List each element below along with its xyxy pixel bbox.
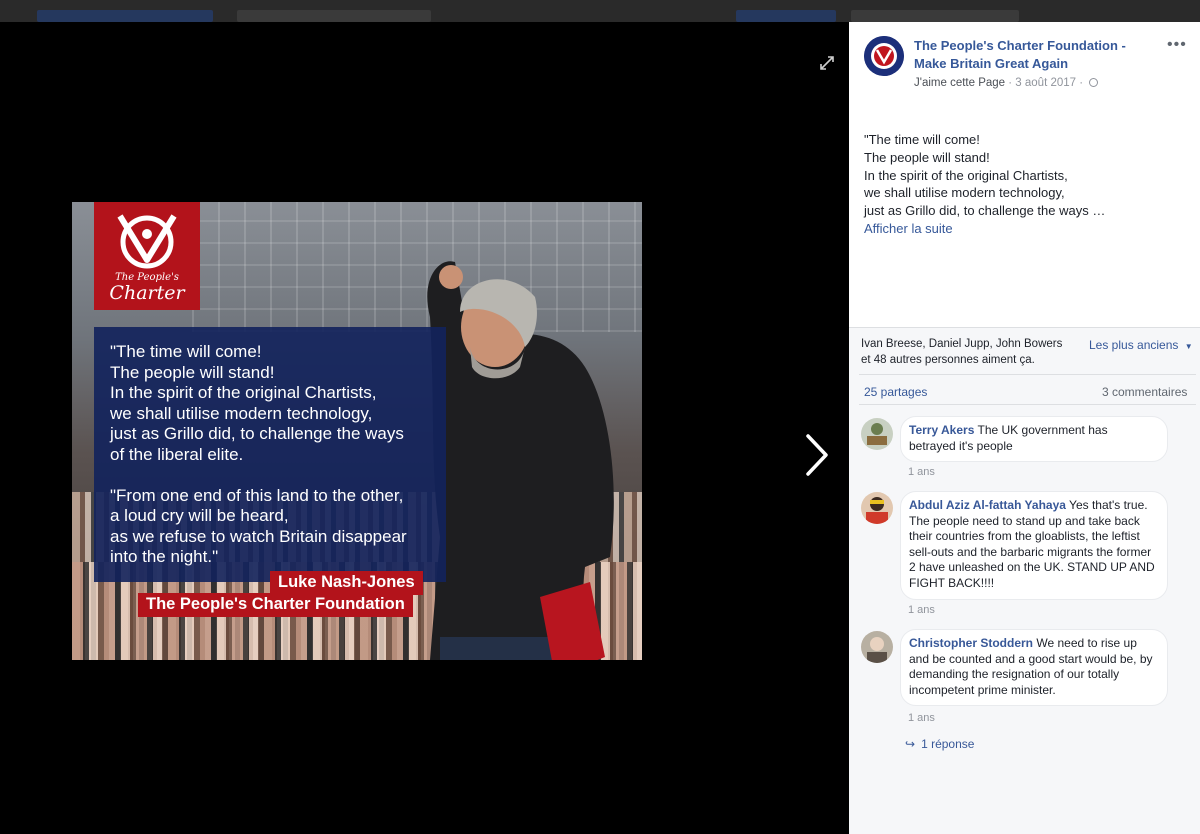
post-text-line: The people will stand! <box>864 149 990 165</box>
quote-line: The people will stand! <box>110 362 275 382</box>
comment-time[interactable]: 1 ans <box>908 604 935 616</box>
post-photo[interactable]: The People's Charter "The time will come… <box>72 202 642 660</box>
avatar[interactable] <box>861 631 893 663</box>
logo-text-big: Charter <box>109 282 185 304</box>
divider <box>859 404 1196 405</box>
divider <box>849 327 1200 328</box>
chevron-right-icon <box>806 434 828 476</box>
comment-bubble: Abdul Aziz Al-fattah Yahaya Yes that's t… <box>900 491 1168 600</box>
quote-line: just as Grillo did, to challenge the way… <box>110 424 404 444</box>
logo-emblem-icon <box>117 214 177 269</box>
avatar[interactable] <box>861 492 893 524</box>
background-field-2 <box>851 10 1019 22</box>
quote-line: into the night." <box>110 547 219 567</box>
page-avatar[interactable] <box>864 36 904 76</box>
post-text-line: In the spirit of the original Chartists, <box>864 167 1068 183</box>
divider <box>859 374 1196 375</box>
quote-line: as we refuse to watch Britain disappear <box>110 526 407 546</box>
reply-arrow-icon: ↪ <box>905 737 916 751</box>
background-button <box>736 10 836 22</box>
quote-line: we shall utilise modern technology, <box>110 403 373 423</box>
comments-count-link[interactable]: 3 commentaires <box>1102 385 1187 399</box>
comment-author[interactable]: Abdul Aziz Al-fattah Yahaya <box>909 498 1066 512</box>
comment-time[interactable]: 1 ans <box>908 712 935 724</box>
comment-author[interactable]: Christopher Stoddern <box>909 636 1033 650</box>
meta-separator: · <box>1005 77 1016 89</box>
next-photo-button[interactable] <box>800 430 834 480</box>
shares-link[interactable]: 25 partages <box>864 385 927 399</box>
signature-name: Luke Nash-Jones <box>270 571 423 595</box>
comment-order-label: Les plus anciens <box>1089 338 1179 352</box>
globe-icon <box>1089 78 1099 87</box>
likers-line: et 48 autres personnes aiment ça. <box>861 354 1035 366</box>
page-logo-icon <box>864 36 904 76</box>
meta-separator-2: · <box>1076 77 1087 89</box>
comment-bubble: Christopher Stoddern We need to rise up … <box>900 629 1168 707</box>
post-text-line: "The time will come! <box>864 132 980 147</box>
quote-line: of the liberal elite. <box>110 444 244 464</box>
view-replies-link[interactable]: ↪ 1 réponse <box>905 737 974 751</box>
background-field <box>237 10 431 22</box>
comment-time[interactable]: 1 ans <box>908 466 935 478</box>
reply-count: 1 réponse <box>921 737 975 751</box>
ellipsis-icon[interactable]: ••• <box>1167 36 1187 54</box>
post-date[interactable]: 3 août 2017 <box>1015 77 1076 89</box>
see-more-link[interactable]: Afficher la suite <box>864 220 1184 238</box>
quote-line: "From one end of this land to the other, <box>110 485 404 505</box>
caret-down-icon: ▼ <box>1184 342 1193 351</box>
likers-summary[interactable]: Ivan Breese, Daniel Jupp, John Bowers et… <box>861 336 1091 368</box>
comment-bubble: Terry Akers The UK government has betray… <box>900 416 1168 463</box>
post-meta: J'aime cette Page · 3 août 2017 · <box>914 77 1099 89</box>
fullscreen-icon[interactable] <box>820 56 836 72</box>
background-search-bar <box>37 10 213 22</box>
peoples-charter-logo: The People's Charter <box>94 202 200 310</box>
like-page-link[interactable]: J'aime cette Page <box>914 77 1005 89</box>
signature-org: The People's Charter Foundation <box>138 593 413 617</box>
photo-quote: "The time will come! The people will sta… <box>110 342 450 568</box>
comment-order-dropdown[interactable]: Les plus anciens ▼ <box>1089 338 1193 352</box>
quote-line: a loud cry will be heard, <box>110 506 289 526</box>
quote-line: "The time will come! <box>110 342 262 361</box>
post-side-panel: The People's Charter Foundation - Make B… <box>849 22 1200 834</box>
background-topbar <box>0 0 1200 22</box>
quote-line: In the spirit of the original Chartists, <box>110 383 377 403</box>
post-text-line: just as Grillo did, to challenge the way… <box>864 203 1106 219</box>
likers-line: Ivan Breese, Daniel Jupp, John Bowers <box>861 338 1063 350</box>
avatar[interactable] <box>861 418 893 450</box>
post-text-line: we shall utilise modern technology, <box>864 185 1065 201</box>
post-text: "The time will come! The people will sta… <box>864 131 1184 238</box>
page-name-link[interactable]: The People's Charter Foundation - Make B… <box>914 37 1154 73</box>
comment-author[interactable]: Terry Akers <box>909 423 974 437</box>
